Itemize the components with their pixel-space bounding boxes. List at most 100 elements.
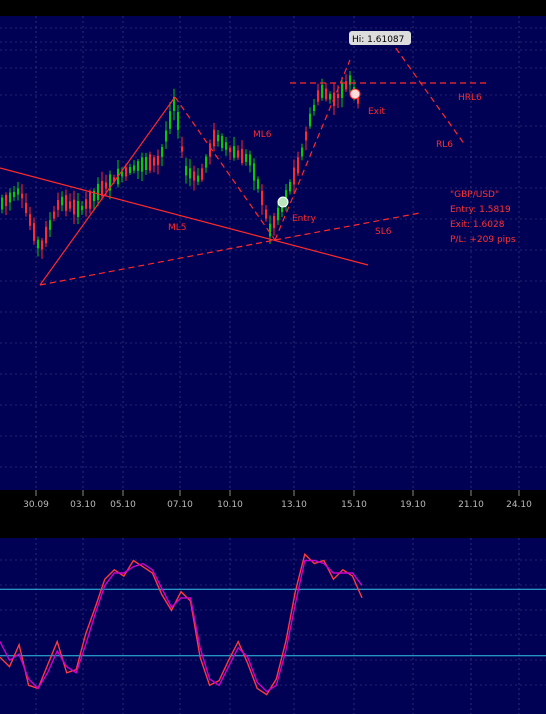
exit-marker (349, 88, 361, 100)
candle-body (273, 215, 275, 229)
candle-body (101, 180, 103, 197)
candle-body (233, 146, 235, 158)
candle-body (217, 134, 219, 142)
candle-body (261, 190, 263, 206)
candle-body (41, 240, 43, 250)
candle-body (317, 90, 319, 102)
candle-body (245, 154, 247, 162)
high-label-text: Hi: 1.61087 (352, 35, 404, 45)
candle-body (73, 199, 75, 215)
candle-body (53, 211, 55, 219)
line-label: ML5 (168, 223, 187, 233)
candle-body (253, 163, 255, 181)
candle-body (309, 113, 311, 127)
candle-body (169, 111, 171, 129)
trade-exit: Exit: 1.6028 (450, 220, 505, 230)
candle-body (25, 202, 27, 214)
x-tick-label: 15.10 (341, 500, 367, 510)
candle-body (205, 156, 207, 168)
candle-body (193, 171, 195, 181)
candle-body (337, 93, 339, 99)
price-panel (0, 16, 546, 490)
candle-body (177, 112, 179, 130)
candle-body (249, 154, 251, 166)
candle-body (341, 83, 343, 98)
candle-body (213, 129, 215, 147)
candle-body (313, 104, 315, 112)
candle-body (57, 200, 59, 210)
candle-body (297, 157, 299, 174)
candle-body (9, 192, 11, 203)
candle-body (5, 194, 7, 207)
trade-entry: Entry: 1.5819 (450, 205, 511, 215)
x-tick-label: 19.10 (400, 500, 426, 510)
candle-body (85, 199, 87, 209)
line-label: RL6 (436, 140, 453, 150)
candle-body (49, 220, 51, 230)
trade-pl: P/L: +209 pips (450, 235, 516, 245)
candle-body (89, 191, 91, 209)
x-tick-label: 24.10 (506, 500, 532, 510)
candle-body (293, 167, 295, 185)
x-tick-label: 13.10 (281, 500, 307, 510)
candle-body (289, 181, 291, 192)
candle-body (197, 175, 199, 182)
candle-body (209, 143, 211, 157)
candle-body (161, 147, 163, 157)
exit-label: Exit (368, 107, 386, 117)
candle-body (145, 157, 147, 170)
candle-body (225, 142, 227, 150)
candle-body (181, 146, 183, 152)
candle-body (277, 207, 279, 221)
candle-body (157, 155, 159, 166)
x-tick-label: 30.09 (23, 500, 49, 510)
x-tick-label: 10.10 (217, 500, 243, 510)
candle-body (37, 239, 39, 249)
x-tick-label: 07.10 (167, 500, 193, 510)
trade-symbol: "GBP/USD" (450, 190, 499, 200)
candle-body (153, 157, 155, 166)
candle-body (65, 195, 67, 211)
chart-root: ML6 ML5 SL6 HRL6 RL6 Entry Exit Hi: 1.61087 "G… (0, 16, 546, 714)
candle-body (189, 168, 191, 179)
candle-body (17, 188, 19, 195)
candle-body (69, 201, 71, 209)
candle-body (97, 183, 99, 201)
candle-body (185, 165, 187, 176)
candle-body (149, 154, 151, 171)
candle-body (221, 136, 223, 148)
candle-body (77, 200, 79, 218)
candle-body (329, 93, 331, 100)
candle-body (13, 191, 15, 198)
candle-body (21, 193, 23, 199)
entry-marker (277, 196, 289, 208)
candle-body (133, 165, 135, 171)
high-label: Hi: 1.61087 (349, 31, 411, 45)
line-label: HRL6 (458, 93, 482, 103)
candle-body (29, 214, 31, 226)
line-label: SL6 (375, 227, 392, 237)
candle-body (269, 223, 271, 237)
candle-body (61, 196, 63, 206)
candle-body (141, 157, 143, 172)
candle-body (237, 150, 239, 158)
x-tick-label: 05.10 (110, 500, 136, 510)
x-tick-label: 03.10 (70, 500, 96, 510)
candle-body (241, 148, 243, 164)
candle-body (1, 197, 3, 210)
candle-body (301, 147, 303, 157)
candle-body (257, 179, 259, 189)
candle-body (129, 167, 131, 173)
candle-body (201, 168, 203, 180)
entry-label: Entry (292, 214, 317, 224)
candle-body (125, 167, 127, 177)
candle-body (321, 84, 323, 98)
candle-body (137, 161, 139, 171)
x-tick-label: 21.10 (458, 500, 484, 510)
candle-body (33, 223, 35, 241)
candle-body (305, 131, 307, 141)
candle-body (105, 182, 107, 189)
line-label: ML6 (253, 130, 272, 140)
candle-body (81, 205, 83, 211)
candle-body (229, 147, 231, 153)
